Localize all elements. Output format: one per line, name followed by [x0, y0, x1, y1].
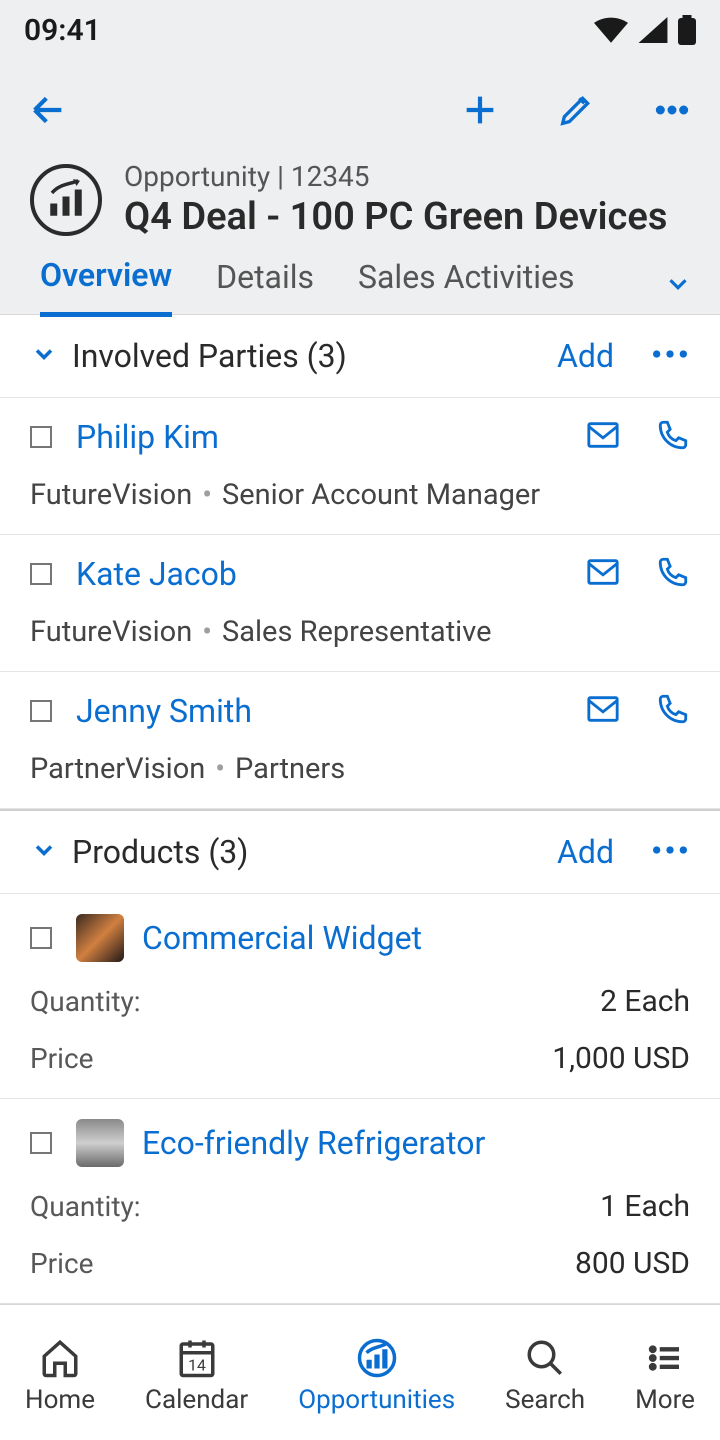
party-row[interactable]: Philip Kim FutureVision•Senior Account M… — [0, 398, 720, 535]
back-button[interactable] — [24, 86, 72, 134]
status-time: 09:41 — [24, 13, 101, 48]
checkbox[interactable] — [30, 1132, 52, 1154]
product-row[interactable]: Commercial Widget Quantity: 2 Each Price… — [0, 894, 720, 1099]
title-block: Opportunity | 12345 Q4 Deal - 100 PC Gre… — [0, 160, 720, 257]
quantity-value: 2 Each — [600, 984, 690, 1019]
nav-search[interactable]: Search — [505, 1337, 585, 1415]
tab-bar: Overview Details Sales Activities Accoun… — [0, 257, 720, 315]
status-icons — [594, 15, 696, 45]
party-subtitle: PartnerVision•Partners — [30, 752, 690, 786]
tab-overview[interactable]: Overview — [40, 256, 172, 317]
party-name-link[interactable]: Philip Kim — [76, 418, 586, 456]
chevron-down-icon[interactable] — [30, 340, 58, 372]
add-product-button[interactable]: Add — [557, 833, 614, 871]
tab-sales-activities[interactable]: Sales Activities — [358, 258, 575, 314]
page-title: Q4 Deal - 100 PC Green Devices — [124, 195, 667, 239]
nav-calendar[interactable]: 14 Calendar — [145, 1337, 248, 1415]
section-title: Products (3) — [72, 833, 557, 871]
section-more-button[interactable] — [650, 346, 690, 366]
party-subtitle: FutureVision•Senior Account Manager — [30, 478, 690, 512]
nav-label: Calendar — [145, 1385, 248, 1415]
nav-more[interactable]: More — [635, 1337, 695, 1415]
nav-opportunities[interactable]: Opportunities — [298, 1337, 455, 1415]
battery-icon — [678, 15, 696, 45]
toolbar — [0, 60, 720, 160]
phone-icon[interactable] — [656, 692, 690, 730]
product-thumbnail — [76, 914, 124, 962]
checkbox[interactable] — [30, 426, 52, 448]
quantity-value: 1 Each — [600, 1189, 690, 1224]
section-header-products: Products (3) Add — [0, 809, 720, 894]
email-icon[interactable] — [586, 692, 620, 730]
tab-details[interactable]: Details — [216, 258, 314, 314]
price-value: 1,000 USD — [552, 1041, 690, 1076]
party-name-link[interactable]: Kate Jacob — [76, 555, 586, 593]
phone-icon[interactable] — [656, 555, 690, 593]
price-value: 800 USD — [575, 1246, 690, 1281]
product-row[interactable]: Eco-friendly Refrigerator Quantity: 1 Ea… — [0, 1099, 720, 1303]
section-title: Involved Parties (3) — [72, 337, 557, 375]
status-bar: 09:41 — [0, 0, 720, 60]
opportunity-icon — [30, 164, 102, 236]
price-label: Price — [30, 1247, 93, 1280]
party-subtitle: FutureVision•Sales Representative — [30, 615, 690, 649]
add-button[interactable] — [456, 86, 504, 134]
svg-text:14: 14 — [188, 1355, 206, 1374]
email-icon[interactable] — [586, 555, 620, 593]
nav-home[interactable]: Home — [25, 1337, 95, 1415]
product-name-link[interactable]: Commercial Widget — [142, 919, 422, 957]
more-button[interactable] — [648, 86, 696, 134]
section-more-button[interactable] — [650, 842, 690, 862]
object-eyebrow: Opportunity | 12345 — [124, 160, 667, 193]
add-involved-party-button[interactable]: Add — [557, 337, 614, 375]
product-name-link[interactable]: Eco-friendly Refrigerator — [142, 1124, 485, 1162]
header-area: Opportunity | 12345 Q4 Deal - 100 PC Gre… — [0, 60, 720, 315]
phone-icon[interactable] — [656, 418, 690, 456]
checkbox[interactable] — [30, 700, 52, 722]
party-row[interactable]: Jenny Smith PartnerVision•Partners — [0, 672, 720, 809]
nav-label: Opportunities — [298, 1385, 455, 1415]
checkbox[interactable] — [30, 563, 52, 585]
nav-label: Search — [505, 1385, 585, 1415]
price-label: Price — [30, 1042, 93, 1075]
chevron-down-icon[interactable] — [30, 836, 58, 868]
product-thumbnail — [76, 1119, 124, 1167]
email-icon[interactable] — [586, 418, 620, 456]
bottom-nav: Home 14 Calendar Opportunities Search Mo… — [0, 1304, 720, 1440]
quantity-label: Quantity: — [30, 985, 141, 1018]
edit-button[interactable] — [552, 86, 600, 134]
cellular-icon — [638, 17, 668, 43]
nav-label: Home — [25, 1385, 95, 1415]
party-row[interactable]: Kate Jacob FutureVision•Sales Representa… — [0, 535, 720, 672]
wifi-icon — [594, 17, 628, 43]
nav-label: More — [635, 1385, 695, 1415]
quantity-label: Quantity: — [30, 1190, 141, 1223]
party-name-link[interactable]: Jenny Smith — [76, 692, 586, 730]
section-header-involved-parties: Involved Parties (3) Add — [0, 315, 720, 398]
checkbox[interactable] — [30, 927, 52, 949]
tabs-overflow-button[interactable] — [663, 269, 693, 303]
